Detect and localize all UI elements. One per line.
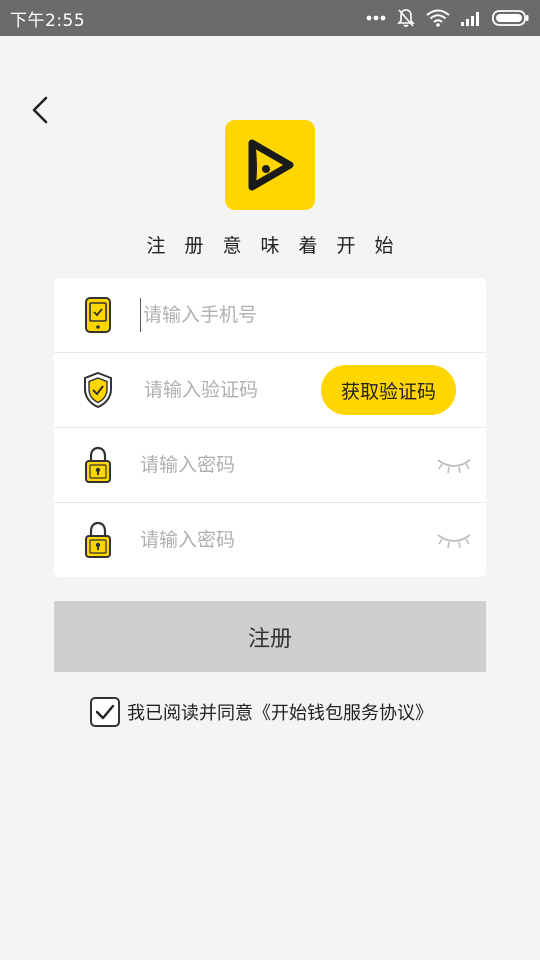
register-form: 获取验证码: [54, 278, 486, 577]
lock-icon: [80, 443, 116, 487]
password-input[interactable]: [140, 448, 360, 482]
password-row: [54, 428, 486, 502]
get-code-button[interactable]: 获取验证码: [321, 365, 456, 415]
agreement-link[interactable]: 《开始钱包服务协议》: [253, 699, 433, 725]
status-icons: [366, 8, 530, 28]
code-row: 获取验证码: [54, 353, 486, 427]
phone-row: [54, 278, 486, 352]
phone-input[interactable]: [140, 298, 360, 332]
play-logo-icon: [248, 139, 294, 191]
status-bar: 下午2:55: [0, 0, 540, 36]
password-confirm-input[interactable]: [140, 523, 360, 557]
slogan: 注册意味着开始: [146, 235, 413, 257]
status-time: 下午2:55: [10, 10, 86, 31]
bell-muted-icon: [397, 9, 415, 27]
more-dots-icon: [366, 15, 386, 21]
shield-icon: [80, 368, 116, 412]
signal-icon: [461, 12, 479, 26]
register-button[interactable]: 注册: [54, 601, 486, 672]
phone-icon: [80, 293, 116, 337]
battery-icon: [492, 10, 529, 26]
app-logo: [225, 120, 315, 210]
chevron-left-icon: [32, 96, 48, 124]
back-button[interactable]: [26, 94, 54, 126]
wifi-icon: [426, 9, 450, 27]
agreement-row: 我已阅读并同意 《开始钱包服务协议》: [90, 696, 433, 728]
agreement-checkbox[interactable]: [90, 697, 120, 727]
eye-closed-icon[interactable]: [436, 454, 472, 476]
password-confirm-row: [54, 503, 486, 577]
checkmark-icon: [95, 704, 115, 720]
agreement-text: 我已阅读并同意: [127, 703, 253, 724]
eye-closed-icon[interactable]: [436, 529, 472, 551]
lock-icon: [80, 518, 116, 562]
